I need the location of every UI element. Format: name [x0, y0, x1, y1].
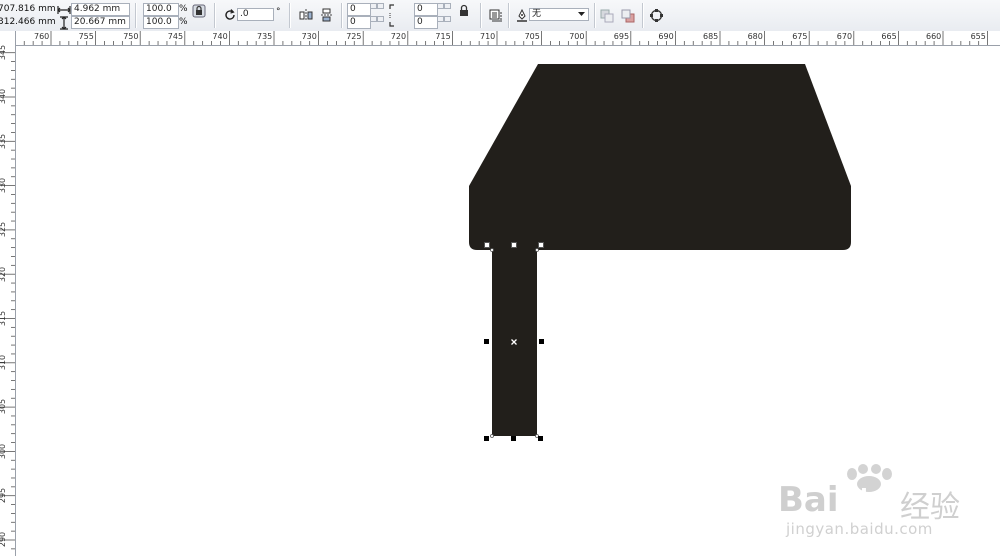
- corner-tl-spin-down[interactable]: [377, 3, 384, 9]
- corner-radius-tr-field[interactable]: 0: [414, 3, 438, 16]
- corner-radius-tl-field[interactable]: 0: [347, 3, 371, 16]
- corner-tl-spin-up[interactable]: [370, 3, 377, 9]
- corner-bracket-icon: [389, 4, 394, 27]
- scale-y-field[interactable]: 100.0: [143, 16, 179, 29]
- h-ruler-label: 710: [480, 32, 496, 41]
- h-ruler-label: 695: [613, 32, 630, 41]
- corner-br-spin-up[interactable]: [437, 16, 444, 22]
- watermark-brand-text: Bai: [778, 480, 839, 520]
- v-ruler-label: 305: [0, 399, 8, 415]
- h-ruler-label: 680: [747, 32, 763, 41]
- h-ruler-label: 690: [658, 32, 674, 41]
- lock-ratio-icon[interactable]: [192, 4, 206, 18]
- h-ruler-label: 655: [970, 32, 986, 41]
- h-ruler-label: 760: [34, 32, 50, 41]
- corner-radius-br-field[interactable]: 0: [414, 16, 438, 29]
- h-ruler-label: 755: [78, 32, 94, 41]
- mirror-horizontal-icon[interactable]: [299, 8, 313, 22]
- h-ruler-label: 740: [212, 32, 228, 41]
- leg-node-bl[interactable]: [490, 434, 494, 438]
- wrap-paragraph-icon[interactable]: [489, 9, 503, 23]
- v-ruler-label: 310: [0, 354, 8, 371]
- baidu-jingyan-watermark: Bai du 经验 jingyan.baidu.com: [778, 464, 978, 538]
- mirror-vertical-icon[interactable]: [320, 8, 334, 22]
- convert-to-curves-icon[interactable]: [649, 8, 664, 23]
- h-ruler-label: 730: [301, 32, 317, 41]
- corner-radius-bl-field[interactable]: 0: [347, 16, 371, 29]
- to-back-icon[interactable]: [621, 9, 635, 23]
- percent-label-x: %: [179, 4, 188, 14]
- vertical-ruler[interactable]: 345 340 335 330 325 320 315 310 305 300 295 290: [0, 45, 16, 556]
- horizontal-ruler-ticks: [23, 31, 988, 45]
- chevron-down-icon: [578, 12, 585, 16]
- h-ruler-label: 665: [881, 32, 897, 41]
- selection-handle-top-left[interactable]: [484, 242, 490, 248]
- to-front-icon[interactable]: [600, 9, 614, 23]
- outline-width-select[interactable]: 无: [529, 8, 589, 21]
- v-ruler-label: 335: [0, 133, 8, 149]
- h-ruler-label: 715: [435, 32, 451, 41]
- h-ruler-label: 750: [123, 32, 139, 41]
- corner-tr-spin-up[interactable]: [437, 3, 444, 9]
- h-ruler-label: 685: [703, 32, 719, 41]
- selection-handle-bottom-center[interactable]: [511, 436, 516, 441]
- width-field[interactable]: 4.962 mm: [71, 3, 130, 16]
- v-ruler-label: 325: [0, 222, 8, 238]
- leg-node-tl[interactable]: [490, 248, 494, 252]
- h-ruler-label: 670: [836, 32, 853, 41]
- corner-bl-spin-up[interactable]: [370, 16, 377, 22]
- selection-handle-middle-left[interactable]: [484, 339, 489, 344]
- drawing-canvas[interactable]: Bai du 经验 jingyan.baidu.com: [16, 46, 1000, 556]
- vertical-ruler-ticks: [0, 52, 15, 550]
- height-field[interactable]: 20.667 mm: [71, 16, 130, 29]
- leg-node-tr[interactable]: [535, 248, 539, 252]
- rotation-field[interactable]: .0: [237, 8, 274, 21]
- h-ruler-label: 660: [926, 32, 942, 41]
- table-top-shape[interactable]: [469, 64, 851, 250]
- rotate-icon: [225, 9, 235, 20]
- h-ruler-label: 705: [524, 32, 540, 41]
- h-ruler-label: 725: [346, 32, 362, 41]
- selection-handle-bottom-right[interactable]: [538, 436, 543, 441]
- percent-label-y: %: [179, 17, 188, 27]
- h-ruler-label: 745: [167, 32, 184, 41]
- v-ruler-label: 290: [0, 532, 8, 548]
- h-ruler-label: 700: [569, 32, 585, 41]
- v-ruler-label: 330: [0, 177, 8, 194]
- property-bar: 707.816 mm 312.466 mm 4.962 mm 20.667 mm…: [0, 0, 1000, 32]
- v-ruler-label: 295: [0, 487, 8, 504]
- ruler-origin-corner[interactable]: [0, 31, 16, 46]
- watermark-brand-text-2: du: [852, 486, 884, 511]
- degree-label: °: [276, 7, 281, 17]
- watermark-cn-text: 经验: [900, 490, 960, 525]
- h-ruler-label: 720: [390, 32, 407, 41]
- position-y-field[interactable]: 312.466 mm: [0, 17, 56, 28]
- width-arrows-icon: [57, 6, 71, 14]
- selection-handle-bottom-left[interactable]: [484, 436, 489, 441]
- pen-outline-icon: [517, 9, 527, 22]
- horizontal-ruler[interactable]: 760 755 750 745 740 735 730 725 720 715 710 705 700 6…: [16, 31, 1000, 46]
- scale-x-field[interactable]: 100.0: [143, 3, 179, 16]
- v-ruler-label: 315: [0, 310, 8, 326]
- v-ruler-label: 320: [0, 266, 8, 282]
- v-ruler-label: 340: [0, 89, 8, 105]
- v-ruler-label: 300: [0, 443, 8, 459]
- outline-width-value: 无: [532, 9, 542, 19]
- h-ruler-label: 675: [792, 32, 808, 41]
- corner-tr-spin-down[interactable]: [444, 3, 451, 9]
- height-arrows-icon: [60, 16, 68, 30]
- selection-handle-top-right[interactable]: [538, 242, 544, 248]
- selection-handle-middle-right[interactable]: [539, 339, 544, 344]
- corner-br-spin-down[interactable]: [444, 16, 451, 22]
- position-x-field[interactable]: 707.816 mm: [0, 4, 56, 15]
- corner-bl-spin-down[interactable]: [377, 16, 384, 22]
- selection-handle-top-center[interactable]: [511, 242, 517, 248]
- v-ruler-label: 345: [0, 44, 8, 61]
- corner-lock-icon[interactable]: [457, 4, 471, 18]
- h-ruler-label: 735: [257, 32, 273, 41]
